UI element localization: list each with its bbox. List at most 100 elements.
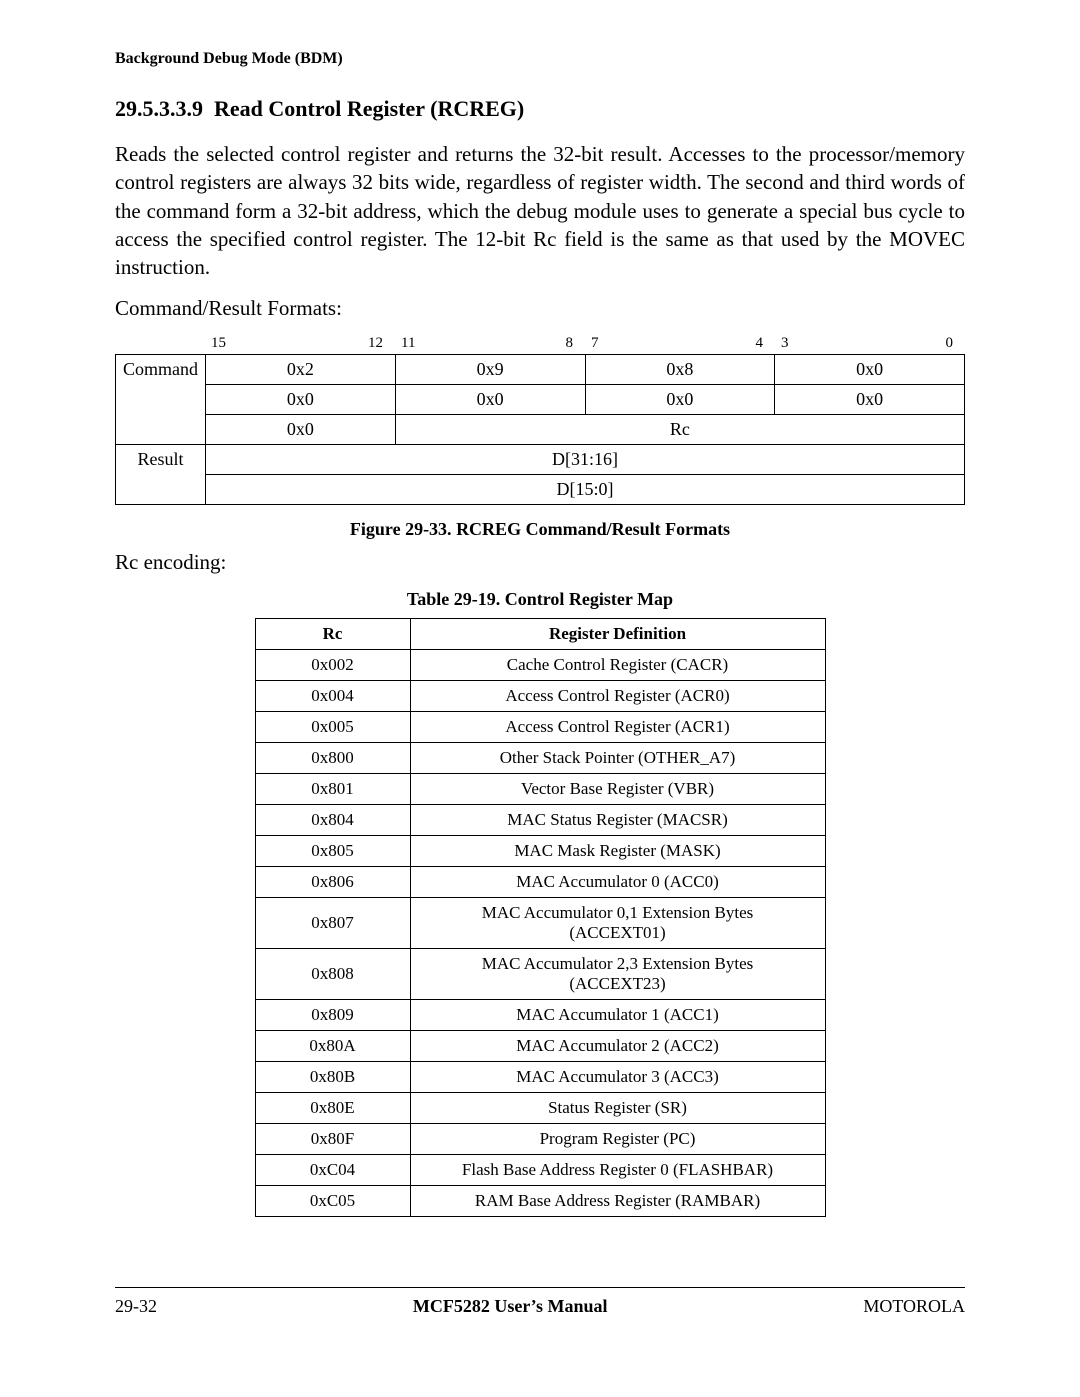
table-header-row: Rc Register Definition — [255, 618, 825, 649]
table-row: 0x004Access Control Register (ACR0) — [255, 680, 825, 711]
figcap-a: Figure 29-33. — [350, 519, 456, 539]
footer-left: 29-32 — [115, 1296, 157, 1317]
def-cell: MAC Accumulator 2,3 Extension Bytes (ACC… — [410, 948, 825, 999]
def-cell: MAC Mask Register (MASK) — [410, 835, 825, 866]
rc-cell: 0x005 — [255, 711, 410, 742]
table-row: 0x002Cache Control Register (CACR) — [255, 649, 825, 680]
format-table: Command 0x2 0x9 0x8 0x0 0x0 0x0 0x0 0x0 … — [115, 354, 965, 505]
cell-rc: Rc — [395, 414, 964, 444]
format-table-wrap: 1512 118 74 30 Command 0x2 0x9 0x8 0x0 0… — [115, 335, 965, 505]
cell: 0x0 — [775, 384, 965, 414]
def-cell: Other Stack Pointer (OTHER_A7) — [410, 742, 825, 773]
def-cell: MAC Accumulator 1 (ACC1) — [410, 999, 825, 1030]
bit-8: 8 — [566, 335, 580, 352]
bit-11: 11 — [401, 335, 415, 352]
rc-cell: 0xC05 — [255, 1185, 410, 1216]
rc-cell: 0x804 — [255, 804, 410, 835]
rc-cell: 0x800 — [255, 742, 410, 773]
col-header-rc: Rc — [255, 618, 410, 649]
bit-15: 15 — [211, 335, 226, 352]
table-row: D[15:0] — [116, 474, 965, 504]
table-row: 0x805MAC Mask Register (MASK) — [255, 835, 825, 866]
heading-title-b: RCREG — [437, 96, 516, 121]
footer-right: MOTOROLA — [863, 1296, 965, 1317]
rc-cell: 0x806 — [255, 866, 410, 897]
cell-empty — [116, 474, 206, 504]
table-row: 0x807MAC Accumulator 0,1 Extension Bytes… — [255, 897, 825, 948]
table-row: Result D[31:16] — [116, 444, 965, 474]
bit-12: 12 — [368, 335, 389, 352]
table-row: 0x0 0x0 0x0 0x0 — [116, 384, 965, 414]
rc-cell: 0x808 — [255, 948, 410, 999]
rc-cell: 0x002 — [255, 649, 410, 680]
table-row: 0x804MAC Status Register (MACSR) — [255, 804, 825, 835]
table-row: 0x80BMAC Accumulator 3 (ACC3) — [255, 1061, 825, 1092]
bit-group-1: 1512 — [205, 335, 395, 354]
cell: 0x0 — [206, 414, 396, 444]
bit-spacer — [115, 335, 205, 354]
table-caption: Table 29-19. Control Register Map — [115, 589, 965, 610]
col-header-def: Register Definition — [410, 618, 825, 649]
formats-label: Command/Result Formats: — [115, 296, 965, 321]
register-map-table: Rc Register Definition 0x002Cache Contro… — [255, 618, 826, 1217]
footer-rule — [115, 1287, 965, 1288]
def-cell: RAM Base Address Register (RAMBAR) — [410, 1185, 825, 1216]
table-row: 0x80EStatus Register (SR) — [255, 1092, 825, 1123]
body-paragraph: Reads the selected control register and … — [115, 140, 965, 282]
def-cell: Access Control Register (ACR1) — [410, 711, 825, 742]
figure-caption: Figure 29-33. RCREG Command/Result Forma… — [115, 519, 965, 540]
cell: 0x8 — [585, 354, 775, 384]
def-cell: Access Control Register (ACR0) — [410, 680, 825, 711]
cell: 0x0 — [585, 384, 775, 414]
def-cell: MAC Accumulator 0 (ACC0) — [410, 866, 825, 897]
table-row: Command 0x2 0x9 0x8 0x0 — [116, 354, 965, 384]
table-row: 0x0 Rc — [116, 414, 965, 444]
cell-d-low: D[15:0] — [206, 474, 965, 504]
cell: 0x0 — [775, 354, 965, 384]
def-cell: MAC Accumulator 3 (ACC3) — [410, 1061, 825, 1092]
bit-0: 0 — [946, 335, 960, 352]
bit-4: 4 — [756, 335, 770, 352]
rc-cell: 0xC04 — [255, 1154, 410, 1185]
figcap-b: RCREG — [456, 519, 521, 539]
bit-3: 3 — [781, 335, 789, 352]
def-cell: Cache Control Register (CACR) — [410, 649, 825, 680]
table-row: 0x801Vector Base Register (VBR) — [255, 773, 825, 804]
table-row: 0x808MAC Accumulator 2,3 Extension Bytes… — [255, 948, 825, 999]
result-label: Result — [116, 444, 206, 474]
table-row: 0x806MAC Accumulator 0 (ACC0) — [255, 866, 825, 897]
table-row: 0x800Other Stack Pointer (OTHER_A7) — [255, 742, 825, 773]
table-row: 0x809MAC Accumulator 1 (ACC1) — [255, 999, 825, 1030]
page: Background Debug Mode (BDM) 29.5.3.3.9 R… — [0, 0, 1080, 1357]
def-cell: MAC Accumulator 2 (ACC2) — [410, 1030, 825, 1061]
cell-empty — [116, 384, 206, 414]
rc-encoding-label: Rc encoding: — [115, 550, 965, 575]
rc-cell: 0x807 — [255, 897, 410, 948]
rc-cell: 0x809 — [255, 999, 410, 1030]
bit-group-3: 74 — [585, 335, 775, 354]
cell: 0x0 — [395, 384, 585, 414]
figcap-c: Command/Result Formats — [521, 519, 730, 539]
rc-cell: 0x80B — [255, 1061, 410, 1092]
heading-title-a: Read Control Register ( — [214, 96, 437, 121]
table-row: 0x80AMAC Accumulator 2 (ACC2) — [255, 1030, 825, 1061]
bit-group-2: 11 8 — [395, 335, 585, 354]
footer-center: MCF5282 User’s Manual — [413, 1296, 608, 1317]
table-row: 0xC05RAM Base Address Register (RAMBAR) — [255, 1185, 825, 1216]
running-header: Background Debug Mode (BDM) — [115, 50, 965, 68]
def-cell: Flash Base Address Register 0 (FLASHBAR) — [410, 1154, 825, 1185]
heading-number: 29.5.3.3.9 — [115, 96, 203, 121]
bit-numbers-row: 1512 118 74 30 — [115, 335, 965, 354]
section-heading: 29.5.3.3.9 Read Control Register (RCREG) — [115, 96, 965, 122]
cell-empty — [116, 414, 206, 444]
rc-cell: 0x801 — [255, 773, 410, 804]
rc-cell: 0x80E — [255, 1092, 410, 1123]
cell: 0x2 — [206, 354, 396, 384]
bit-7: 7 — [591, 335, 599, 352]
page-footer: 29-32 MCF5282 User’s Manual MOTOROLA — [115, 1296, 965, 1317]
cell: 0x9 — [395, 354, 585, 384]
def-cell: MAC Status Register (MACSR) — [410, 804, 825, 835]
cell-d-high: D[31:16] — [206, 444, 965, 474]
def-cell: Program Register (PC) — [410, 1123, 825, 1154]
def-cell: Vector Base Register (VBR) — [410, 773, 825, 804]
